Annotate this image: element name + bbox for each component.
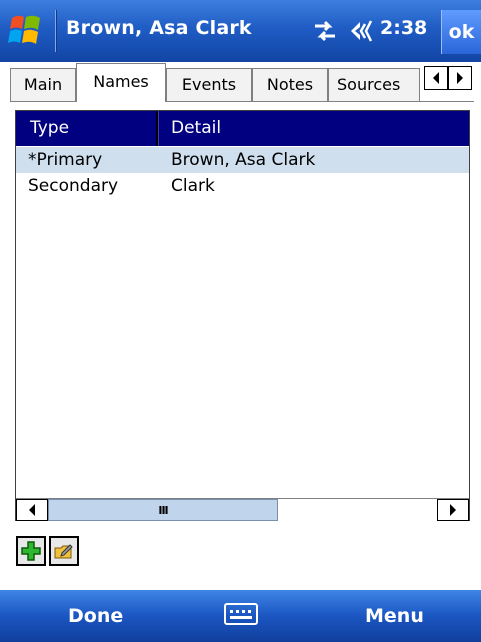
edit-folder-icon [54, 544, 73, 559]
tab-scroll-left-button[interactable] [424, 66, 448, 90]
connectivity-icon[interactable] [311, 18, 339, 44]
tab-main[interactable]: Main [10, 68, 76, 101]
softkey-bar: Done Menu [0, 590, 481, 642]
scroll-right-button[interactable] [437, 499, 469, 521]
keyboard-icon[interactable] [224, 602, 258, 626]
tab-scroll-right-button[interactable] [448, 66, 472, 90]
arrow-left-icon [29, 504, 35, 516]
tab-events[interactable]: Events [166, 68, 252, 101]
edit-button[interactable] [49, 536, 79, 566]
tab-names[interactable]: Names [76, 63, 166, 102]
cell-detail: Brown, Asa Clark [171, 150, 316, 170]
clock[interactable]: 2:38 [380, 17, 427, 39]
arrow-left-icon [433, 72, 439, 84]
menu-softkey[interactable]: Menu [365, 590, 424, 642]
cell-type: Secondary [28, 176, 119, 196]
window-title: Brown, Asa Clark [66, 17, 252, 39]
add-button[interactable] [16, 536, 46, 566]
done-softkey[interactable]: Done [68, 590, 123, 642]
cell-type: *Primary [28, 150, 103, 170]
arrow-right-icon [450, 504, 456, 516]
list-row[interactable]: Secondary Clark [16, 173, 469, 199]
list-row[interactable]: *Primary Brown, Asa Clark [16, 147, 469, 173]
ok-button[interactable]: ok [441, 10, 481, 54]
names-list[interactable]: Type Detail *Primary Brown, Asa Clark Se… [15, 110, 470, 521]
list-header: Type Detail [16, 111, 469, 146]
title-divider [55, 10, 56, 52]
title-bar: Brown, Asa Clark 2:38 ok [0, 0, 481, 62]
scroll-left-button[interactable] [16, 499, 48, 521]
column-header-detail[interactable]: Detail [171, 111, 221, 146]
windows-start-icon[interactable] [6, 12, 46, 50]
horizontal-scrollbar[interactable]: III [16, 498, 469, 521]
arrow-right-icon [457, 72, 463, 84]
scroll-thumb-grip: III [158, 503, 168, 517]
volume-icon[interactable] [347, 18, 377, 44]
tab-notes[interactable]: Notes [252, 68, 328, 101]
scroll-thumb[interactable]: III [48, 499, 278, 521]
add-icon [21, 541, 41, 561]
cell-detail: Clark [171, 176, 215, 196]
column-header-type[interactable]: Type [30, 111, 69, 146]
tab-sources[interactable]: Sources [328, 68, 420, 101]
column-separator[interactable] [156, 111, 158, 146]
